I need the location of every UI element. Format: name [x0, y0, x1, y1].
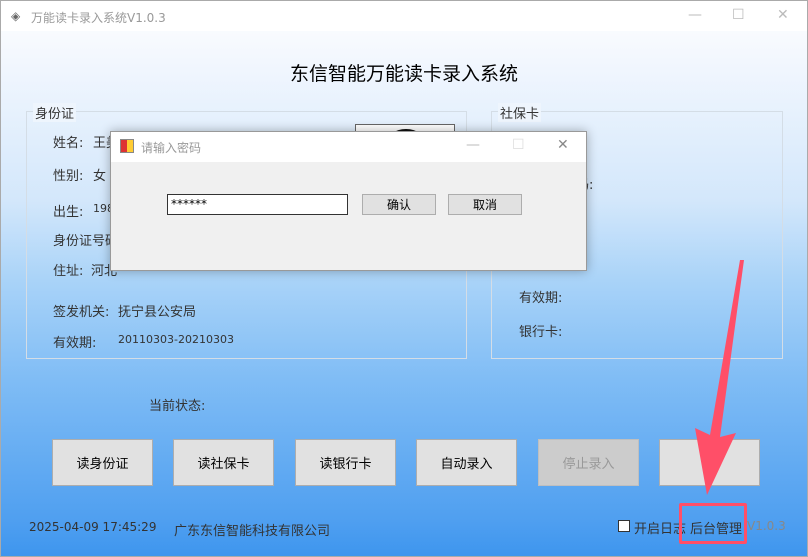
- gender-value: 女: [93, 169, 107, 184]
- window-title: 万能读卡录入系统V1.0.3: [31, 11, 166, 25]
- password-dialog: 请输入密码 — ☐ ✕ ****** 确认 取消: [110, 131, 587, 271]
- password-input[interactable]: ******: [167, 194, 348, 215]
- read-social-card-button[interactable]: 读社保卡: [173, 439, 274, 486]
- dialog-close-button[interactable]: ✕: [557, 137, 569, 153]
- id-number-label: 身份证号码: [53, 234, 119, 249]
- validity-label: 有效期:: [53, 336, 97, 351]
- confirm-button[interactable]: 确认: [362, 194, 436, 215]
- highlight-box: [679, 503, 747, 544]
- bank-card-label: 银行卡:: [519, 325, 563, 340]
- issuer-value: 抚宁县公安局: [118, 305, 197, 320]
- page-heading: 东信智能万能读卡录入系统: [289, 63, 518, 85]
- cancel-button[interactable]: 取消: [448, 194, 522, 215]
- birth-label: 出生:: [53, 205, 84, 220]
- maximize-button[interactable]: ☐: [732, 7, 745, 23]
- dialog-title: 请输入密码: [141, 141, 202, 155]
- dialog-maximize-button: ☐: [512, 137, 525, 153]
- read-bank-card-button[interactable]: 读银行卡: [295, 439, 396, 486]
- app-icon: ◈: [11, 9, 21, 23]
- name-label: 姓名:: [53, 136, 84, 151]
- dialog-minimize-button[interactable]: —: [466, 137, 480, 153]
- gender-label: 性别:: [53, 169, 84, 184]
- validity-value: 20110303-20210303: [118, 333, 234, 346]
- company-name: 广东东信智能科技有限公司: [174, 524, 331, 539]
- stop-entry-button: 停止录入: [538, 439, 639, 486]
- log-checkbox[interactable]: [618, 520, 630, 532]
- social-card-group-title: 社保卡: [498, 103, 542, 122]
- auto-entry-button[interactable]: 自动录入: [416, 439, 517, 486]
- minimize-button[interactable]: —: [688, 7, 702, 23]
- status-label: 当前状态:: [149, 399, 206, 414]
- title-bar: ◈ 万能读卡录入系统V1.0.3 — ☐ ✕: [1, 1, 807, 31]
- dialog-app-icon: [120, 139, 134, 153]
- social-validity-label: 有效期:: [519, 291, 563, 306]
- read-id-card-button[interactable]: 读身份证: [52, 439, 153, 486]
- datetime: 2025-04-09 17:45:29: [29, 520, 157, 534]
- close-button[interactable]: ✕: [777, 7, 789, 23]
- dialog-title-bar: 请输入密码 — ☐ ✕: [111, 132, 586, 162]
- issuer-label: 签发机关:: [53, 305, 110, 320]
- version-label: V1.0.3: [747, 519, 786, 533]
- id-card-group-title: 身份证: [33, 103, 77, 122]
- address-label: 住址:: [53, 264, 84, 279]
- main-window: ◈ 万能读卡录入系统V1.0.3 — ☐ ✕ 东信智能万能读卡录入系统 身份证 …: [0, 0, 808, 557]
- annotation-arrow-icon: [695, 260, 744, 495]
